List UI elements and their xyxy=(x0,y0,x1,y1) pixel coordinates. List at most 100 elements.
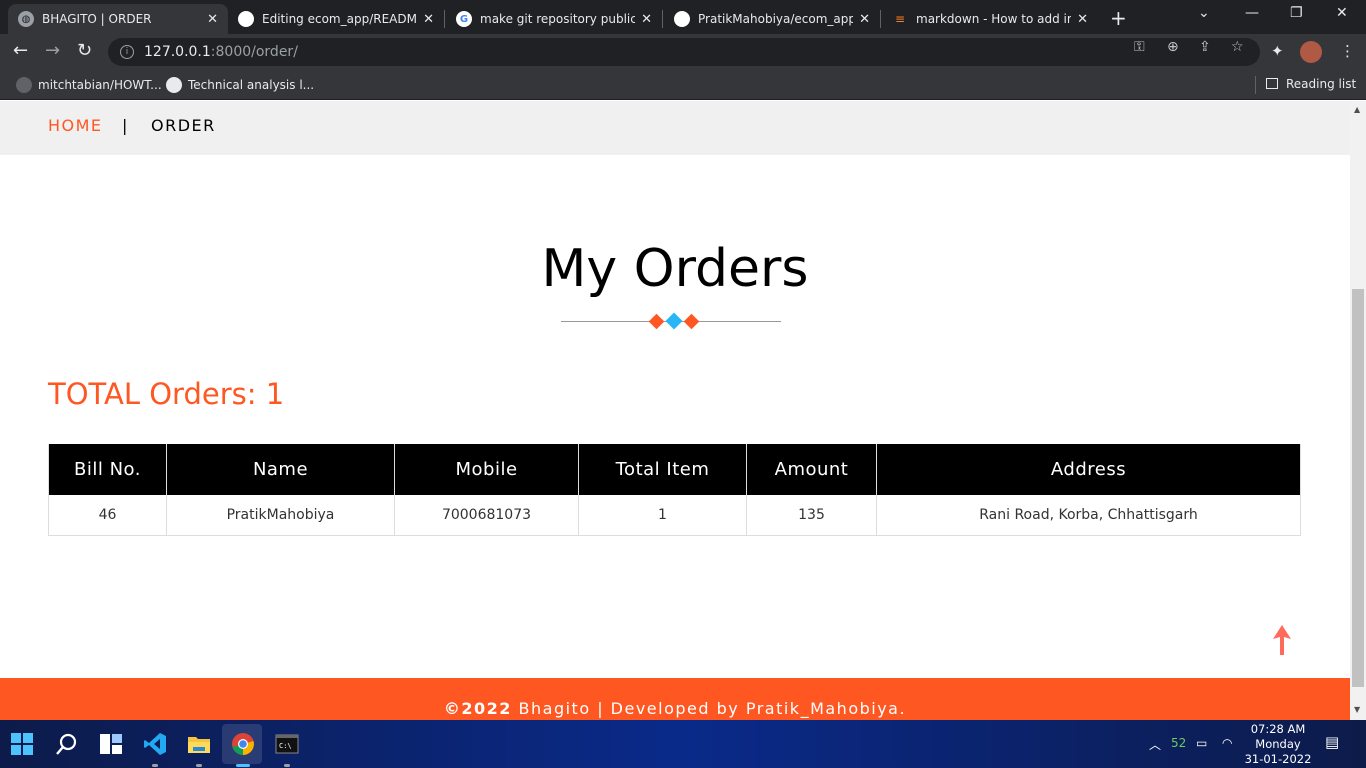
header-amount: Amount xyxy=(746,444,877,495)
url-host: 127.0.0.1 xyxy=(144,44,211,60)
arrow-up-icon xyxy=(1273,625,1291,655)
bookmark-technical-analysis[interactable]: Technical analysis l... xyxy=(166,77,314,93)
svg-text:C:\: C:\ xyxy=(279,742,292,750)
reading-list-label: Reading list xyxy=(1286,77,1357,91)
scroll-to-top-button[interactable] xyxy=(1273,625,1291,659)
url-path: :8000/order/ xyxy=(210,44,298,60)
tab-title: Editing ecom_app/README.n xyxy=(262,12,417,26)
info-icon[interactable]: i xyxy=(120,45,134,59)
address-bar[interactable]: i 127.0.0.1:8000/order/ xyxy=(108,38,1260,66)
file-explorer-icon[interactable] xyxy=(187,732,211,756)
avatar[interactable] xyxy=(1300,41,1322,63)
total-orders: TOTAL Orders: 1 xyxy=(48,377,285,411)
table-row: 46 PratikMahobiya 7000681073 1 135 Rani … xyxy=(48,495,1301,536)
battery-icon[interactable]: ▭ xyxy=(1196,736,1207,750)
cell-name: PratikMahobiya xyxy=(166,495,395,536)
cell-address: Rani Road, Korba, Chhattisgarh xyxy=(876,495,1301,536)
scroll-up-arrow-icon[interactable]: ▲ xyxy=(1354,105,1360,114)
cell-mobile: 7000681073 xyxy=(394,495,579,536)
forward-button[interactable]: → xyxy=(45,40,60,61)
page-viewport: HOME | ORDER My Orders TOTAL Orders: 1 B… xyxy=(0,101,1350,720)
vscode-icon[interactable] xyxy=(143,732,167,756)
clock-date: 31-01-2022 xyxy=(1244,752,1312,766)
notification-icon[interactable]: ▤ xyxy=(1325,733,1339,751)
reload-button[interactable]: ↻ xyxy=(77,40,92,61)
scrollbar-thumb[interactable] xyxy=(1352,289,1364,687)
bookmark-mitchtabian[interactable]: mitchtabian/HOWT... xyxy=(16,77,162,93)
clock-time: 07:28 AM xyxy=(1250,722,1306,736)
terminal-icon[interactable]: C:\ xyxy=(275,732,299,756)
system-clock[interactable]: 07:28 AM Monday 31-01-2022 xyxy=(1240,722,1316,767)
divider-diamond xyxy=(683,313,700,330)
cell-total-item: 1 xyxy=(578,495,747,536)
header-name: Name xyxy=(166,444,395,495)
close-icon[interactable]: ✕ xyxy=(423,12,434,27)
cell-amount: 135 xyxy=(746,495,877,536)
tab-github-repo[interactable]: PratikMahobiya/ecom_app: ( ✕ xyxy=(664,4,880,34)
close-icon[interactable]: ✕ xyxy=(207,12,218,27)
share-icon[interactable]: ⇪ xyxy=(1199,39,1211,55)
close-icon[interactable]: ✕ xyxy=(641,12,652,27)
reading-list-button[interactable]: Reading list xyxy=(1266,77,1356,91)
nav-home-link[interactable]: HOME xyxy=(48,116,103,135)
github-icon xyxy=(16,77,32,93)
key-icon[interactable]: ⚿ xyxy=(1134,39,1145,55)
tray-number[interactable]: 52 xyxy=(1171,736,1186,750)
page-scrollbar[interactable]: ▲ ▼ xyxy=(1350,101,1366,720)
tab-title: PratikMahobiya/ecom_app: ( xyxy=(698,12,854,26)
wifi-icon[interactable]: ◠ xyxy=(1222,736,1232,750)
chrome-icon[interactable] xyxy=(231,732,255,756)
clock-day: Monday xyxy=(1255,737,1301,751)
site-footer: ©2022 Bhagito | Developed by Pratik_Maho… xyxy=(0,678,1350,720)
back-button[interactable]: ← xyxy=(13,40,28,61)
browser-toolbar: ← → ↻ i 127.0.0.1:8000/order/ ⚿ ⊕ ⇪ ☆ ✦ … xyxy=(0,34,1366,70)
new-tab-button[interactable]: + xyxy=(1110,6,1127,30)
chevron-up-icon[interactable]: ︿ xyxy=(1149,736,1161,753)
tab-search-icon[interactable]: ⌄ xyxy=(1198,5,1210,21)
tab-editing-readme[interactable]: Editing ecom_app/README.n ✕ xyxy=(228,4,444,34)
close-window-button[interactable]: ✕ xyxy=(1336,5,1348,21)
close-icon[interactable]: ✕ xyxy=(1077,12,1088,27)
minimize-button[interactable]: — xyxy=(1245,5,1259,21)
tab-google-search[interactable]: G make git repository public - ( ✕ xyxy=(446,4,662,34)
divider-diamond xyxy=(665,312,683,330)
header-total-item: Total Item xyxy=(578,444,747,495)
header-mobile: Mobile xyxy=(394,444,579,495)
browser-tab-strip: ◍ BHAGITO | ORDER ✕ Editing ecom_app/REA… xyxy=(0,0,1366,34)
zoom-icon[interactable]: ⊕ xyxy=(1167,39,1179,55)
footer-copyright: ©2022 xyxy=(443,699,512,718)
stackoverflow-icon: ≡ xyxy=(894,12,906,26)
nav-order-link[interactable]: ORDER xyxy=(151,116,216,135)
divider-diamond xyxy=(648,313,665,330)
github-icon xyxy=(238,11,254,27)
orders-table: Bill No. Name Mobile Total Item Amount A… xyxy=(48,444,1301,536)
restore-button[interactable]: ❐ xyxy=(1290,5,1303,21)
search-icon[interactable] xyxy=(55,732,79,756)
tab-stackoverflow[interactable]: ≡ markdown - How to add ima ✕ xyxy=(882,4,1098,34)
task-view-icon[interactable] xyxy=(99,732,123,756)
star-icon[interactable]: ☆ xyxy=(1231,39,1244,55)
reading-list-icon xyxy=(1266,78,1278,89)
tab-title: markdown - How to add ima xyxy=(916,12,1072,26)
github-icon xyxy=(674,11,690,27)
windows-start-icon[interactable] xyxy=(10,732,34,756)
header-bill-no: Bill No. xyxy=(48,444,167,495)
menu-icon[interactable]: ⋮ xyxy=(1340,42,1355,60)
nav-separator: | xyxy=(122,116,128,135)
github-icon xyxy=(166,77,182,93)
bookmark-label: mitchtabian/HOWT... xyxy=(38,78,162,92)
footer-text: Bhagito | Developed by Pratik_Mahobiya. xyxy=(511,699,907,718)
tab-title: BHAGITO | ORDER xyxy=(42,12,152,26)
bookmark-label: Technical analysis l... xyxy=(188,78,315,92)
cell-bill-no: 46 xyxy=(48,495,167,536)
tab-bhagito-order[interactable]: ◍ BHAGITO | ORDER ✕ xyxy=(8,4,228,34)
bookmarks-bar: mitchtabian/HOWT... Technical analysis l… xyxy=(0,70,1366,100)
table-header-row: Bill No. Name Mobile Total Item Amount A… xyxy=(48,444,1301,495)
google-icon: G xyxy=(456,11,472,27)
tab-title: make git repository public - ( xyxy=(480,12,636,26)
scroll-down-arrow-icon[interactable]: ▼ xyxy=(1354,705,1360,714)
extensions-icon[interactable]: ✦ xyxy=(1271,42,1284,60)
header-address: Address xyxy=(876,444,1301,495)
page-title: My Orders xyxy=(541,239,809,299)
close-icon[interactable]: ✕ xyxy=(859,12,870,27)
